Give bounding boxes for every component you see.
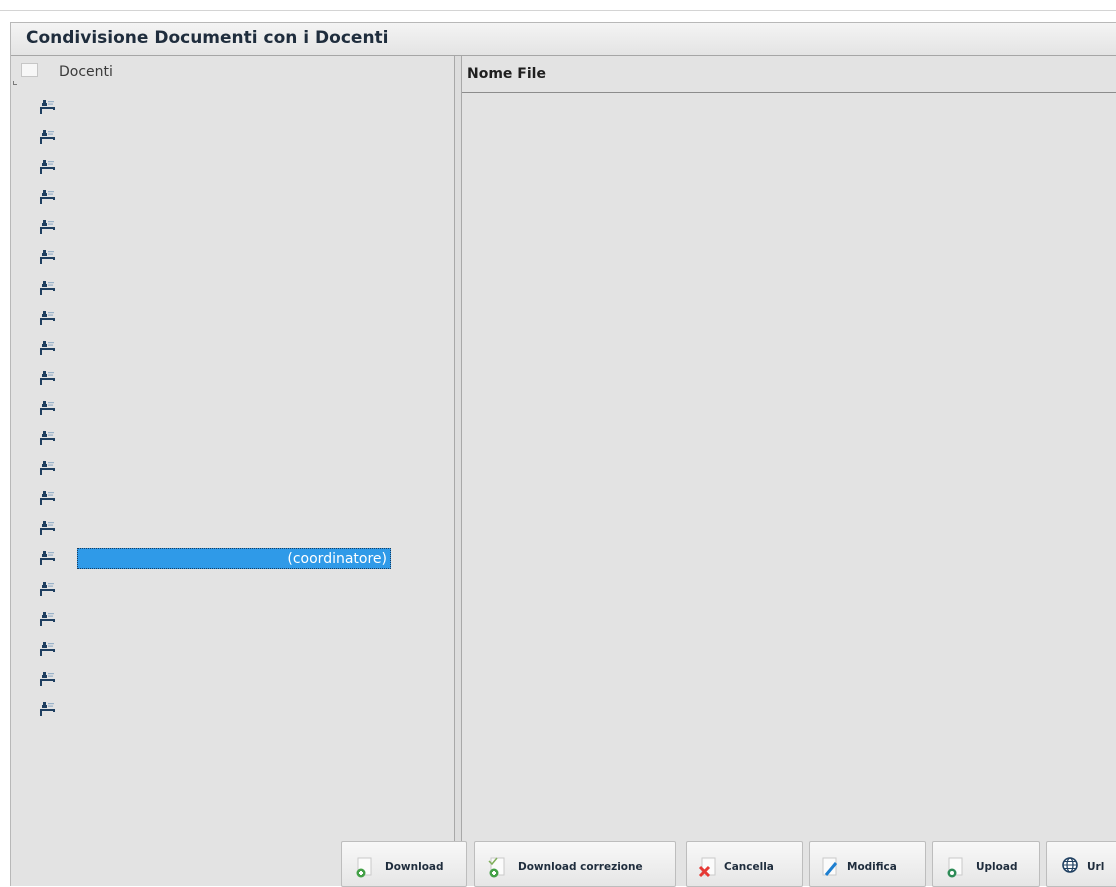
person-card-icon xyxy=(38,340,56,356)
tree-item-label xyxy=(77,609,80,630)
tree-item-label xyxy=(77,247,80,268)
person-card-icon xyxy=(38,370,56,386)
page-title: Condivisione Documenti con i Docenti xyxy=(26,28,389,48)
person-card-icon xyxy=(38,310,56,326)
tree-item[interactable] xyxy=(11,96,454,126)
url-button[interactable]: Url xyxy=(1046,841,1116,887)
tree-item[interactable] xyxy=(11,397,454,427)
person-card-icon xyxy=(38,430,56,446)
tree-item-label xyxy=(77,338,80,359)
folder-icon xyxy=(21,63,38,77)
download-correction-label: Download correzione xyxy=(518,861,643,873)
upload-label: Upload xyxy=(976,861,1018,873)
tree-item-label xyxy=(77,639,80,660)
person-card-icon xyxy=(38,280,56,296)
tree-item-label xyxy=(77,488,80,509)
tree-item[interactable] xyxy=(11,367,454,397)
tree-item-label xyxy=(77,428,80,449)
tree-item[interactable] xyxy=(11,608,454,638)
tree-item[interactable] xyxy=(11,126,454,156)
upload-button[interactable]: Upload xyxy=(932,841,1040,887)
person-card-icon xyxy=(38,159,56,175)
tree-item-label xyxy=(77,518,80,539)
tree-item[interactable] xyxy=(11,216,454,246)
person-card-icon xyxy=(38,490,56,506)
top-divider xyxy=(0,10,1116,11)
tree-item[interactable] xyxy=(11,277,454,307)
expander-icon[interactable] xyxy=(13,81,17,85)
edit-icon xyxy=(820,857,842,879)
person-card-icon xyxy=(38,189,56,205)
tree-item-label xyxy=(77,97,80,118)
person-card-icon xyxy=(38,671,56,687)
person-card-icon xyxy=(38,701,56,717)
tree-item[interactable] xyxy=(11,307,454,337)
delete-icon xyxy=(697,857,719,879)
tree-item[interactable]: (coordinatore) xyxy=(11,547,454,577)
tree-item-label xyxy=(77,187,80,208)
tree-item[interactable] xyxy=(11,517,454,547)
person-card-icon xyxy=(38,129,56,145)
url-label: Url xyxy=(1087,861,1105,873)
tree-root-label[interactable]: Docenti xyxy=(59,64,113,80)
file-list[interactable]: Nome File xyxy=(462,56,1116,861)
person-card-icon xyxy=(38,219,56,235)
person-card-icon xyxy=(38,581,56,597)
person-card-icon xyxy=(38,249,56,265)
tree-item[interactable] xyxy=(11,487,454,517)
person-card-icon xyxy=(38,400,56,416)
download-correction-icon xyxy=(487,857,509,879)
tree-item[interactable] xyxy=(11,156,454,186)
tree-item[interactable] xyxy=(11,668,454,698)
person-card-icon xyxy=(38,460,56,476)
modify-button[interactable]: Modifica xyxy=(809,841,926,887)
panel-splitter[interactable] xyxy=(454,56,462,861)
cancel-button[interactable]: Cancella xyxy=(686,841,803,887)
tree-item-label xyxy=(77,308,80,329)
teachers-tree[interactable]: Docenti (coordinatore) xyxy=(11,56,454,861)
tree-item-label xyxy=(77,278,80,299)
person-card-icon xyxy=(38,641,56,657)
person-card-icon xyxy=(38,611,56,627)
file-name-column-header[interactable]: Nome File xyxy=(462,56,1116,93)
tree-item[interactable] xyxy=(11,457,454,487)
download-correction-button[interactable]: Download correzione xyxy=(474,841,676,887)
globe-icon xyxy=(1059,854,1081,876)
tree-item-label xyxy=(77,398,80,419)
download-button[interactable]: Download xyxy=(341,841,467,887)
person-card-icon xyxy=(38,520,56,536)
tree-rows: (coordinatore) xyxy=(11,96,454,728)
panel-titlebar: Condivisione Documenti con i Docenti xyxy=(11,23,1116,56)
tree-item[interactable] xyxy=(11,246,454,276)
person-card-icon xyxy=(38,99,56,115)
tree-item[interactable] xyxy=(11,427,454,457)
download-label: Download xyxy=(385,861,444,873)
document-sharing-panel: Condivisione Documenti con i Docenti Doc… xyxy=(10,22,1116,887)
tree-item-label xyxy=(77,669,80,690)
tree-item-label xyxy=(77,157,80,178)
tree-item-label xyxy=(77,458,80,479)
tree-item[interactable] xyxy=(11,698,454,728)
tree-item[interactable] xyxy=(11,638,454,668)
tree-item-label xyxy=(77,127,80,148)
cancel-label: Cancella xyxy=(724,861,774,873)
tree-item-label xyxy=(77,579,80,600)
tree-item-label xyxy=(77,368,80,389)
tree-item[interactable] xyxy=(11,186,454,216)
modify-label: Modifica xyxy=(847,861,897,873)
person-card-icon xyxy=(38,550,56,566)
tree-item[interactable] xyxy=(11,337,454,367)
tree-item[interactable] xyxy=(11,578,454,608)
tree-item-label xyxy=(77,217,80,238)
tree-item-label: (coordinatore) xyxy=(77,548,391,570)
tree-item-label xyxy=(77,699,80,720)
file-name-column-label: Nome File xyxy=(467,66,546,82)
download-icon xyxy=(354,857,376,879)
upload-icon xyxy=(945,857,967,879)
